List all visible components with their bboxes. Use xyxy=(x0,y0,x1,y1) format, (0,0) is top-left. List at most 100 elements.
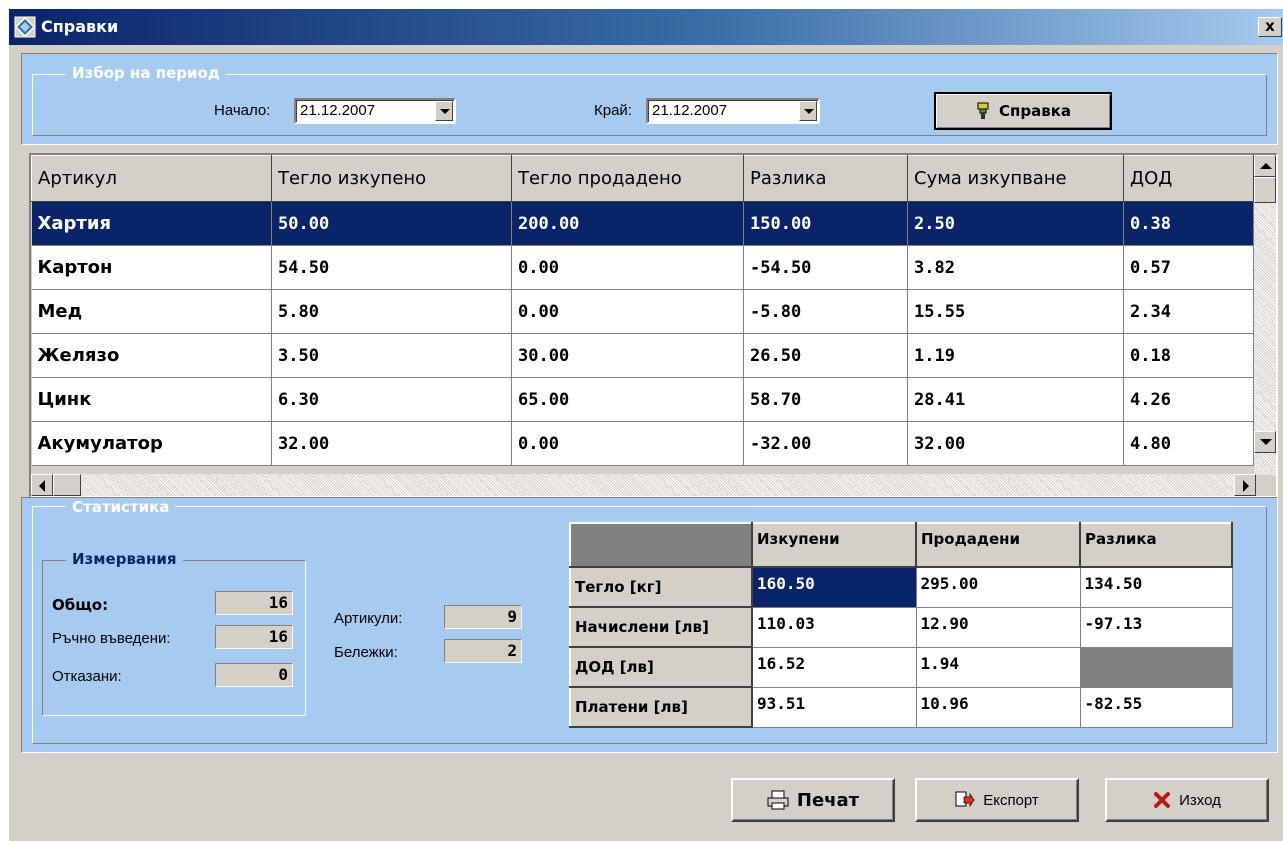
end-date-combo[interactable]: 21.12.2007 xyxy=(646,98,820,124)
cell-article[interactable]: Картон xyxy=(31,245,272,290)
summary-cell[interactable]: 16.52 xyxy=(751,646,917,688)
cell-article[interactable]: Желязо xyxy=(31,333,272,378)
title-bar[interactable]: Справки x xyxy=(9,9,1283,45)
cell-difference[interactable]: -32.00 xyxy=(743,421,908,466)
cell-purchase-sum[interactable]: 15.55 xyxy=(907,289,1124,334)
table-row[interactable]: Мед 5.80 0.00 -5.80 15.55 2.34 xyxy=(31,289,1254,334)
cell-article[interactable]: Цинк xyxy=(31,377,272,422)
report-button[interactable]: Справка xyxy=(934,92,1112,130)
summary-cell[interactable]: -82.55 xyxy=(1079,686,1233,728)
column-header-tax[interactable]: ДОД xyxy=(1123,155,1254,202)
period-panel: Избор на период Начало: 21.12.2007 Край:… xyxy=(21,53,1278,145)
table-row[interactable]: Цинк 6.30 65.00 58.70 28.41 4.26 xyxy=(31,377,1254,422)
summary-cell-empty xyxy=(1079,646,1233,688)
cell-difference[interactable]: 26.50 xyxy=(743,333,908,378)
cell-purchase-sum[interactable]: 2.50 xyxy=(907,201,1124,246)
articles-grid[interactable]: Артикул Тегло изкупено Тегло продадено Р… xyxy=(29,153,1278,498)
cell-article[interactable]: Мед xyxy=(31,289,272,334)
arrow-right-icon xyxy=(1243,480,1249,492)
column-header-weight-sold[interactable]: Тегло продадено xyxy=(511,155,744,202)
table-row[interactable]: Желязо 3.50 30.00 26.50 1.19 0.18 xyxy=(31,333,1254,378)
period-legend: Избор на период xyxy=(66,64,226,82)
cell-weight-sold[interactable]: 200.00 xyxy=(511,201,744,246)
summary-row-paid: Платени [лв] 93.51 10.96 -82.55 xyxy=(569,686,1233,728)
cell-tax[interactable]: 0.57 xyxy=(1123,245,1254,290)
scroll-left-button[interactable] xyxy=(31,474,53,496)
printer-icon xyxy=(767,790,789,810)
scroll-up-button[interactable] xyxy=(1254,155,1276,177)
horizontal-scroll-thumb[interactable] xyxy=(53,474,81,496)
scroll-down-button[interactable] xyxy=(1254,431,1276,453)
cell-weight-bought[interactable]: 54.50 xyxy=(271,245,512,290)
cell-tax[interactable]: 4.26 xyxy=(1123,377,1254,422)
cell-purchase-sum[interactable]: 32.00 xyxy=(907,421,1124,466)
cell-weight-sold[interactable]: 30.00 xyxy=(511,333,744,378)
summary-cell[interactable]: 93.51 xyxy=(751,686,917,728)
manual-measurements-value: 16 xyxy=(215,625,293,649)
summary-cell[interactable]: 295.00 xyxy=(915,566,1081,608)
exit-button[interactable]: Изход xyxy=(1105,778,1269,822)
exit-button-label: Изход xyxy=(1179,791,1221,809)
summary-cell[interactable]: 12.90 xyxy=(915,606,1081,648)
table-row[interactable]: Хартия 50.00 200.00 150.00 2.50 0.38 xyxy=(31,201,1254,246)
summary-cell[interactable]: 10.96 xyxy=(915,686,1081,728)
print-button[interactable]: Печат xyxy=(731,778,895,822)
cell-weight-bought[interactable]: 5.80 xyxy=(271,289,512,334)
print-button-label: Печат xyxy=(796,789,860,811)
cell-difference[interactable]: -54.50 xyxy=(743,245,908,290)
cell-tax[interactable]: 0.38 xyxy=(1123,201,1254,246)
cell-purchase-sum[interactable]: 3.82 xyxy=(907,245,1124,290)
app-icon xyxy=(14,16,36,38)
cell-weight-sold[interactable]: 0.00 xyxy=(511,289,744,334)
cell-article[interactable]: Акумулатор xyxy=(31,421,272,466)
export-button-label: Експорт xyxy=(983,791,1039,809)
cell-difference[interactable]: -5.80 xyxy=(743,289,908,334)
summary-header-difference[interactable]: Разлика xyxy=(1079,522,1233,568)
chevron-down-icon xyxy=(440,109,450,114)
cell-weight-bought[interactable]: 6.30 xyxy=(271,377,512,422)
horizontal-scrollbar[interactable] xyxy=(31,474,1256,496)
vertical-scroll-thumb[interactable] xyxy=(1254,177,1276,203)
cell-difference[interactable]: 58.70 xyxy=(743,377,908,422)
cell-article[interactable]: Хартия xyxy=(31,201,272,246)
end-date-dropdown-button[interactable] xyxy=(799,101,817,121)
cell-tax[interactable]: 0.18 xyxy=(1123,333,1254,378)
start-date-dropdown-button[interactable] xyxy=(435,101,453,121)
summary-cell[interactable]: 110.03 xyxy=(751,606,917,648)
cell-weight-bought[interactable]: 3.50 xyxy=(271,333,512,378)
summary-header-bought[interactable]: Изкупени xyxy=(751,522,917,568)
column-header-article[interactable]: Артикул xyxy=(31,155,272,202)
rejected-measurements-label: Отказани: xyxy=(52,668,122,685)
summary-cell[interactable]: -97.13 xyxy=(1079,606,1233,648)
export-button[interactable]: Експорт xyxy=(915,778,1079,822)
close-button[interactable]: x xyxy=(1258,17,1282,37)
report-button-label: Справка xyxy=(998,102,1072,120)
cell-purchase-sum[interactable]: 28.41 xyxy=(907,377,1124,422)
cell-difference[interactable]: 150.00 xyxy=(743,201,908,246)
start-date-combo[interactable]: 21.12.2007 xyxy=(294,98,456,124)
cell-weight-bought[interactable]: 50.00 xyxy=(271,201,512,246)
cell-weight-sold[interactable]: 0.00 xyxy=(511,421,744,466)
chevron-down-icon xyxy=(804,109,814,114)
column-header-purchase-sum[interactable]: Сума изкупване xyxy=(907,155,1124,202)
table-row[interactable]: Акумулатор 32.00 0.00 -32.00 32.00 4.80 xyxy=(31,421,1254,466)
summary-cell[interactable]: 1.94 xyxy=(915,646,1081,688)
summary-row-header: Начислени [лв] xyxy=(569,606,753,648)
cell-weight-sold[interactable]: 65.00 xyxy=(511,377,744,422)
summary-cell[interactable]: 160.50 xyxy=(751,566,917,608)
statistics-legend: Статистика xyxy=(66,498,176,516)
vertical-scrollbar[interactable] xyxy=(1254,155,1276,475)
column-header-difference[interactable]: Разлика xyxy=(743,155,908,202)
cell-weight-sold[interactable]: 0.00 xyxy=(511,245,744,290)
column-header-weight-bought[interactable]: Тегло изкупено xyxy=(271,155,512,202)
summary-cell[interactable]: 134.50 xyxy=(1079,566,1233,608)
summary-header-sold[interactable]: Продадени xyxy=(915,522,1081,568)
manual-measurements-label: Ръчно въведени: xyxy=(52,630,171,647)
summary-corner-header xyxy=(569,522,753,568)
cell-tax[interactable]: 4.80 xyxy=(1123,421,1254,466)
cell-tax[interactable]: 2.34 xyxy=(1123,289,1254,334)
cell-purchase-sum[interactable]: 1.19 xyxy=(907,333,1124,378)
table-row[interactable]: Картон 54.50 0.00 -54.50 3.82 0.57 xyxy=(31,245,1254,290)
cell-weight-bought[interactable]: 32.00 xyxy=(271,421,512,466)
scroll-right-button[interactable] xyxy=(1234,474,1256,496)
